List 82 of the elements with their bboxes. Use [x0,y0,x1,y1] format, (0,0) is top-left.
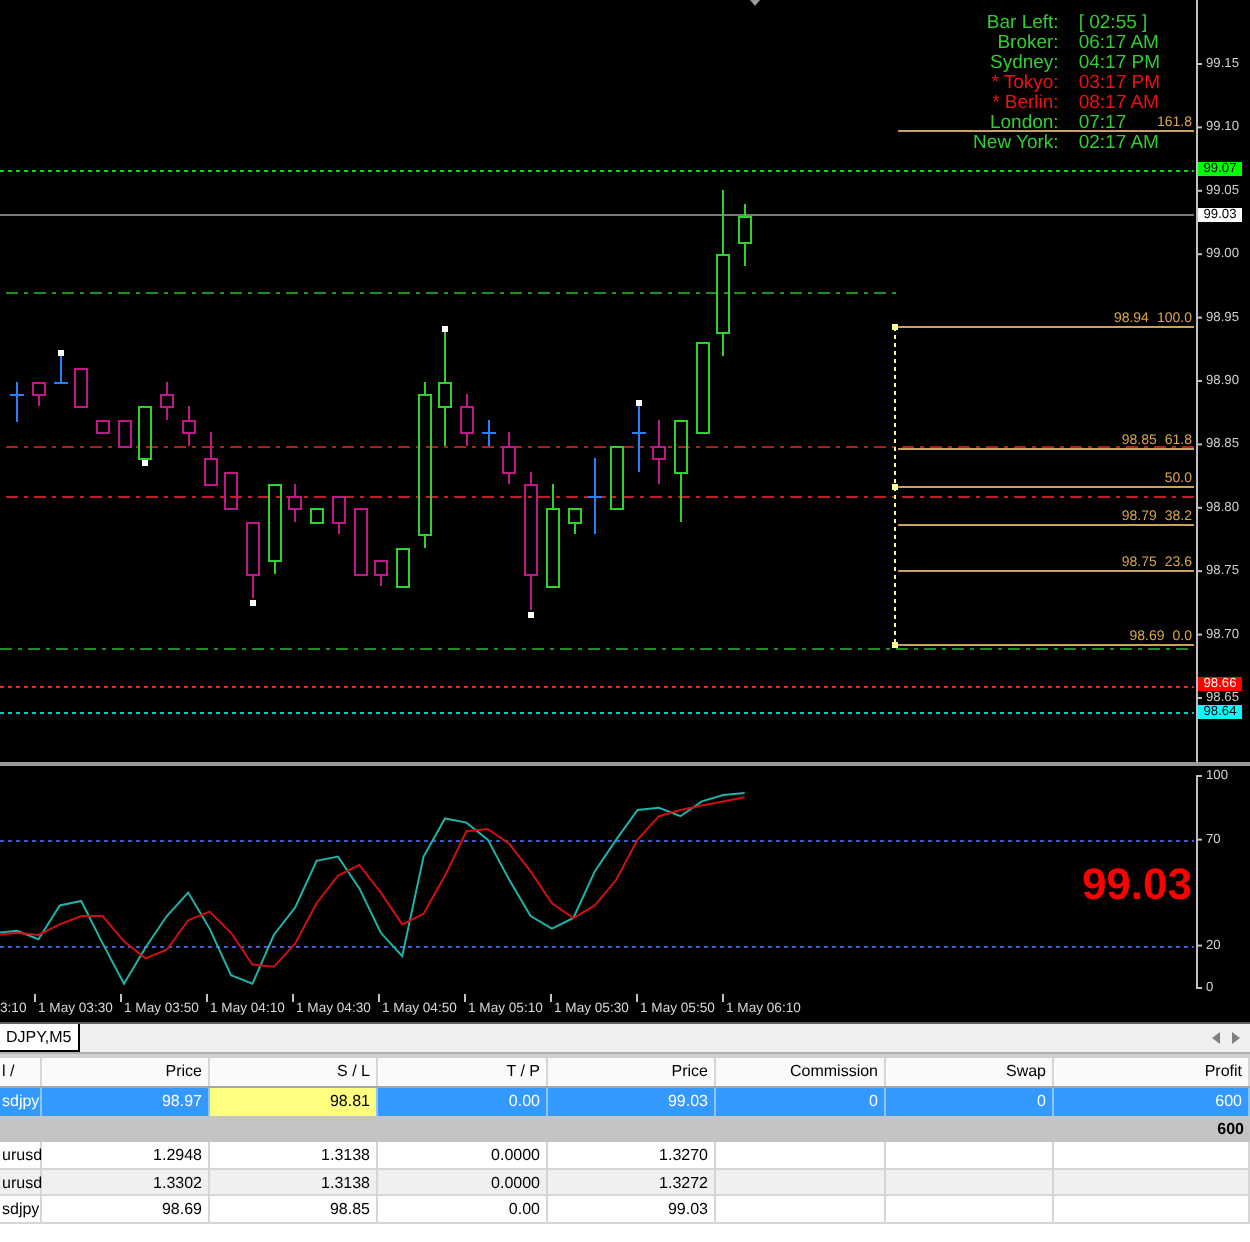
table-cell: 98.81 [210,1088,378,1115]
square-marker-icon [636,400,642,406]
bullish-candle [738,203,752,267]
column-header[interactable]: S / L [210,1058,378,1086]
bearish-candle [74,368,88,408]
clock-label: * Tokyo: [989,74,1059,94]
table-cell: 1.3138 [210,1142,378,1168]
table-cell: 0.00 [378,1196,548,1222]
bearish-candle [32,382,46,407]
doji-candle [631,405,647,473]
column-header[interactable]: Swap [886,1058,1054,1086]
bearish-candle [288,483,302,523]
bullish-candle [396,548,410,588]
column-header[interactable]: T / P [378,1058,548,1086]
bearish-candle [118,420,132,448]
doji-candle [587,457,603,535]
bearish-candle [502,431,516,485]
bearish-candle [524,471,538,611]
clock-value: 08:17 AM [1078,94,1160,114]
bullish-candle [310,508,324,524]
table-cell: urusd [0,1142,42,1168]
square-marker-icon [442,326,448,332]
bullish-candle [268,484,282,575]
clock-label: Broker: [995,34,1059,54]
bearish-candle [96,420,110,434]
bearish-candle [460,393,474,447]
bearish-candle [354,508,368,576]
table-cell: 98.85 [210,1196,378,1222]
square-marker-icon [250,600,256,606]
clock-value: [ 02:55 ] [1078,14,1150,34]
clock-label: * Berlin: [990,94,1059,114]
bearish-candle [332,496,346,535]
bearish-candle [204,431,218,486]
table-row[interactable]: urusd 1.3302 1.3138 0.0000 1.3272 [0,1169,1250,1196]
bearish-candle [652,419,666,485]
bearish-candle [182,405,196,447]
table-cell: 1.3270 [548,1142,716,1168]
clock-label: London: [987,114,1059,134]
bullish-candle [438,331,452,447]
table-cell: 98.69 [42,1196,210,1222]
table-cell: 0.0000 [378,1142,548,1168]
total-row[interactable]: 600 [0,1115,1250,1142]
bullish-candle [674,420,688,523]
total-value: 600 [1215,1117,1246,1141]
table-cell: sdjpy [0,1196,42,1222]
bullish-candle [138,406,152,460]
doji-candle [53,355,69,384]
bullish-candle [546,483,560,588]
column-header[interactable]: l / [0,1058,42,1086]
bearish-candle [246,522,260,599]
square-marker-icon [528,612,534,618]
chart-tab[interactable]: DJPY,M5 [0,1024,80,1052]
clock-value: 06:17 AM [1078,34,1160,54]
table-row[interactable]: urusd 1.2948 1.3138 0.0000 1.3270 [0,1142,1250,1169]
price-readout: 99.03 [1081,859,1192,909]
table-cell: 99.03 [548,1196,716,1222]
clock-value: 07:17 [1078,114,1129,134]
column-header[interactable]: Commission [716,1058,886,1086]
bearish-candle [374,560,388,587]
clock-label: New York: [973,134,1059,154]
square-marker-icon [142,460,148,466]
column-header[interactable]: Price [548,1058,716,1086]
bullish-candle [610,446,624,510]
bullish-candle [568,508,582,535]
clock-label: Sydney: [988,54,1059,74]
clock-value: 03:17 PM [1078,74,1160,94]
column-header[interactable]: Profit [1054,1058,1250,1086]
caret-left-icon[interactable] [1212,1032,1220,1044]
clock-value: 02:17 AM [1078,134,1160,154]
clock-label: Bar Left: [984,14,1059,34]
column-header[interactable]: Price [42,1058,210,1086]
bearish-candle [160,381,174,421]
bearish-candle [224,472,238,510]
bullish-candle [696,342,710,434]
doji-candle [9,381,25,423]
clock-value: 04:17 PM [1078,54,1160,74]
table-row[interactable]: sdjpy 98.69 98.85 0.00 99.03 [0,1196,1250,1223]
caret-right-icon[interactable] [1232,1032,1240,1044]
square-marker-icon [58,350,64,356]
table-row[interactable]: sdjpy 98.97 98.81 0.00 99.03 0 0 600 [0,1088,1250,1115]
doji-candle [481,419,497,447]
table-cell: 1.2948 [42,1142,210,1168]
